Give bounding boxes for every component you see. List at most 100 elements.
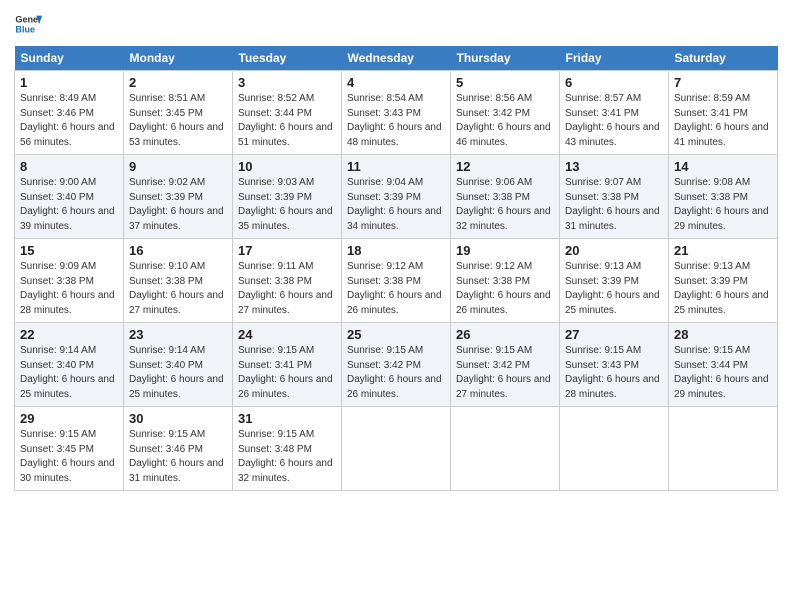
calendar-cell: 4 Sunrise: 8:54 AMSunset: 3:43 PMDaylight…	[342, 71, 451, 155]
calendar-cell: 16 Sunrise: 9:10 AMSunset: 3:38 PMDayligh…	[124, 239, 233, 323]
day-number: 26	[456, 327, 554, 342]
dow-header: Monday	[124, 46, 233, 71]
day-info: Sunrise: 8:57 AMSunset: 3:41 PMDaylight:…	[565, 92, 663, 150]
day-info: Sunrise: 9:15 AMSunset: 3:48 PMDaylight:…	[238, 428, 336, 486]
calendar-cell: 30 Sunrise: 9:15 AMSunset: 3:46 PMDayligh…	[124, 407, 233, 491]
calendar-cell: 5 Sunrise: 8:56 AMSunset: 3:42 PMDaylight…	[451, 71, 560, 155]
day-number: 5	[456, 75, 554, 90]
day-info: Sunrise: 8:54 AMSunset: 3:43 PMDaylight:…	[347, 92, 445, 150]
calendar-cell: 11 Sunrise: 9:04 AMSunset: 3:39 PMDayligh…	[342, 155, 451, 239]
calendar-cell: 10 Sunrise: 9:03 AMSunset: 3:39 PMDayligh…	[233, 155, 342, 239]
day-number: 21	[674, 243, 772, 258]
calendar-cell: 13 Sunrise: 9:07 AMSunset: 3:38 PMDayligh…	[560, 155, 669, 239]
day-info: Sunrise: 9:00 AMSunset: 3:40 PMDaylight:…	[20, 176, 118, 234]
day-number: 14	[674, 159, 772, 174]
day-number: 11	[347, 159, 445, 174]
day-number: 8	[20, 159, 118, 174]
day-number: 6	[565, 75, 663, 90]
day-number: 10	[238, 159, 336, 174]
day-number: 30	[129, 411, 227, 426]
day-info: Sunrise: 9:15 AMSunset: 3:45 PMDaylight:…	[20, 428, 118, 486]
calendar-cell: 6 Sunrise: 8:57 AMSunset: 3:41 PMDaylight…	[560, 71, 669, 155]
day-number: 16	[129, 243, 227, 258]
day-number: 13	[565, 159, 663, 174]
day-info: Sunrise: 8:52 AMSunset: 3:44 PMDaylight:…	[238, 92, 336, 150]
calendar-cell: 8 Sunrise: 9:00 AMSunset: 3:40 PMDaylight…	[15, 155, 124, 239]
day-info: Sunrise: 9:03 AMSunset: 3:39 PMDaylight:…	[238, 176, 336, 234]
day-number: 12	[456, 159, 554, 174]
calendar-cell: 7 Sunrise: 8:59 AMSunset: 3:41 PMDaylight…	[669, 71, 778, 155]
day-number: 22	[20, 327, 118, 342]
calendar-cell	[669, 407, 778, 491]
calendar-cell: 23Sunrise: 9:14 AMSunset: 3:40 PMDayligh…	[124, 323, 233, 407]
day-info: Sunrise: 9:10 AMSunset: 3:38 PMDaylight:…	[129, 260, 227, 318]
calendar-cell: 24 Sunrise: 9:15 AMSunset: 3:41 PMDayligh…	[233, 323, 342, 407]
calendar-cell: 26 Sunrise: 9:15 AMSunset: 3:42 PMDayligh…	[451, 323, 560, 407]
calendar-cell: 27Sunrise: 9:15 AMSunset: 3:43 PMDayligh…	[560, 323, 669, 407]
day-info: Sunrise: 8:49 AMSunset: 3:46 PMDaylight:…	[20, 92, 118, 150]
day-info: Sunrise: 9:13 AMSunset: 3:39 PMDaylight:…	[565, 260, 663, 318]
dow-header: Tuesday	[233, 46, 342, 71]
day-number: 7	[674, 75, 772, 90]
day-info: Sunrise: 9:12 AMSunset: 3:38 PMDaylight:…	[456, 260, 554, 318]
day-number: 23	[129, 327, 227, 342]
day-info: Sunrise: 8:51 AMSunset: 3:45 PMDaylight:…	[129, 92, 227, 150]
day-info: Sunrise: 9:15 AMSunset: 3:46 PMDaylight:…	[129, 428, 227, 486]
day-info: Sunrise: 9:15 AMSunset: 3:44 PMDaylight:…	[674, 344, 772, 402]
day-info: Sunrise: 8:56 AMSunset: 3:42 PMDaylight:…	[456, 92, 554, 150]
day-number: 31	[238, 411, 336, 426]
page-container: General Blue SundayMondayTuesdayWednesda…	[0, 0, 792, 612]
calendar-cell: 12 Sunrise: 9:06 AMSunset: 3:38 PMDayligh…	[451, 155, 560, 239]
calendar-cell: 2 Sunrise: 8:51 AMSunset: 3:45 PMDaylight…	[124, 71, 233, 155]
day-number: 15	[20, 243, 118, 258]
day-info: Sunrise: 9:02 AMSunset: 3:39 PMDaylight:…	[129, 176, 227, 234]
day-number: 25	[347, 327, 445, 342]
calendar-cell: 21 Sunrise: 9:13 AMSunset: 3:39 PMDayligh…	[669, 239, 778, 323]
calendar-cell: 19 Sunrise: 9:12 AMSunset: 3:38 PMDayligh…	[451, 239, 560, 323]
calendar-cell: 20 Sunrise: 9:13 AMSunset: 3:39 PMDayligh…	[560, 239, 669, 323]
day-number: 17	[238, 243, 336, 258]
day-number: 9	[129, 159, 227, 174]
logo: General Blue	[14, 10, 42, 38]
calendar-cell: 22Sunrise: 9:14 AMSunset: 3:40 PMDayligh…	[15, 323, 124, 407]
day-number: 27	[565, 327, 663, 342]
header: General Blue	[14, 10, 778, 38]
day-info: Sunrise: 9:08 AMSunset: 3:38 PMDaylight:…	[674, 176, 772, 234]
calendar-cell: 1 Sunrise: 8:49 AMSunset: 3:46 PMDaylight…	[15, 71, 124, 155]
day-number: 18	[347, 243, 445, 258]
day-number: 4	[347, 75, 445, 90]
day-number: 2	[129, 75, 227, 90]
day-info: Sunrise: 9:06 AMSunset: 3:38 PMDaylight:…	[456, 176, 554, 234]
logo-icon: General Blue	[14, 10, 42, 38]
day-info: Sunrise: 9:15 AMSunset: 3:42 PMDaylight:…	[456, 344, 554, 402]
day-number: 19	[456, 243, 554, 258]
dow-header: Wednesday	[342, 46, 451, 71]
day-info: Sunrise: 9:11 AMSunset: 3:38 PMDaylight:…	[238, 260, 336, 318]
day-info: Sunrise: 9:07 AMSunset: 3:38 PMDaylight:…	[565, 176, 663, 234]
dow-header: Friday	[560, 46, 669, 71]
calendar-cell	[560, 407, 669, 491]
calendar-cell	[342, 407, 451, 491]
calendar-cell: 29 Sunrise: 9:15 AMSunset: 3:45 PMDayligh…	[15, 407, 124, 491]
calendar-table: SundayMondayTuesdayWednesdayThursdayFrid…	[14, 46, 778, 491]
day-info: Sunrise: 9:09 AMSunset: 3:38 PMDaylight:…	[20, 260, 118, 318]
day-number: 3	[238, 75, 336, 90]
day-number: 24	[238, 327, 336, 342]
day-number: 1	[20, 75, 118, 90]
calendar-cell: 17 Sunrise: 9:11 AMSunset: 3:38 PMDayligh…	[233, 239, 342, 323]
dow-header: Saturday	[669, 46, 778, 71]
day-info: Sunrise: 8:59 AMSunset: 3:41 PMDaylight:…	[674, 92, 772, 150]
calendar-cell: 9 Sunrise: 9:02 AMSunset: 3:39 PMDaylight…	[124, 155, 233, 239]
day-info: Sunrise: 9:15 AMSunset: 3:41 PMDaylight:…	[238, 344, 336, 402]
calendar-cell	[451, 407, 560, 491]
calendar-cell: 18Sunrise: 9:12 AMSunset: 3:38 PMDayligh…	[342, 239, 451, 323]
day-info: Sunrise: 9:13 AMSunset: 3:39 PMDaylight:…	[674, 260, 772, 318]
calendar-cell: 14 Sunrise: 9:08 AMSunset: 3:38 PMDayligh…	[669, 155, 778, 239]
calendar-cell: 25 Sunrise: 9:15 AMSunset: 3:42 PMDayligh…	[342, 323, 451, 407]
day-info: Sunrise: 9:04 AMSunset: 3:39 PMDaylight:…	[347, 176, 445, 234]
day-number: 29	[20, 411, 118, 426]
dow-header: Thursday	[451, 46, 560, 71]
calendar-cell: 15 Sunrise: 9:09 AMSunset: 3:38 PMDayligh…	[15, 239, 124, 323]
day-number: 20	[565, 243, 663, 258]
day-info: Sunrise: 9:15 AMSunset: 3:42 PMDaylight:…	[347, 344, 445, 402]
